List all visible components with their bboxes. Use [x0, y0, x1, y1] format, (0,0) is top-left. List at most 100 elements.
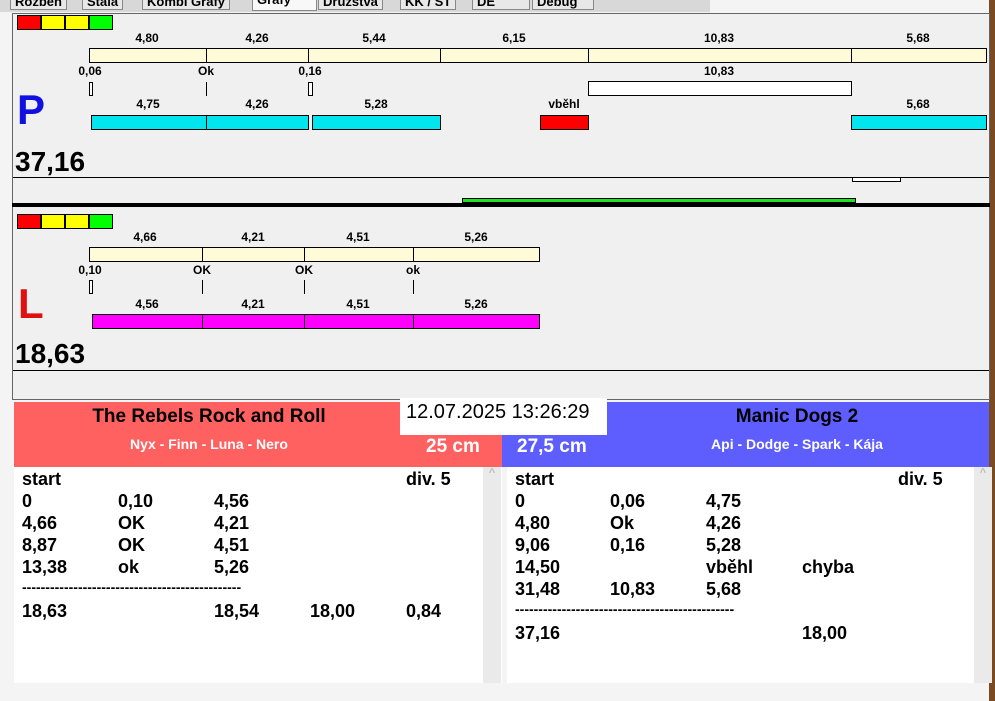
- summary-cell: 18,63: [22, 601, 68, 621]
- time-bar: [206, 48, 309, 63]
- separator-line: ----------------------------------------…: [515, 601, 735, 617]
- table-cell: 4,51: [214, 535, 250, 555]
- table-cell: 4,66: [22, 513, 58, 533]
- tab-rozbeh[interactable]: Rozběh: [10, 0, 67, 10]
- list-header: start: [22, 469, 62, 489]
- table-cell: OK: [118, 513, 145, 533]
- table-cell: 31,48: [515, 579, 561, 599]
- run-label: 4,51: [346, 297, 370, 311]
- summary-cell: 0,84: [406, 601, 442, 621]
- run-bar: [92, 314, 203, 329]
- table-cell: 0,06: [610, 491, 646, 511]
- time-label: 4,21: [241, 230, 265, 244]
- run-label: 5,26: [464, 297, 488, 311]
- divider: [13, 177, 989, 178]
- total-time: 18,63: [15, 338, 86, 369]
- run-bar: [312, 115, 441, 130]
- fault-label: OK: [193, 263, 211, 277]
- status-yellow: [41, 214, 65, 229]
- side-letter: P: [17, 86, 46, 133]
- status-yellow: [65, 15, 89, 30]
- table-cell: 0: [22, 491, 33, 511]
- time-label: 4,51: [346, 230, 370, 244]
- side-letter: L: [18, 280, 44, 327]
- fault-label: OK: [295, 263, 313, 277]
- run-bar: [413, 314, 540, 329]
- scrollbar[interactable]: ^: [483, 467, 501, 683]
- result-list-right[interactable]: start div. 5 0 0,06 4,75 4,80 Ok 4,26 9,06 0,16…: [507, 467, 992, 683]
- table-cell: OK: [118, 535, 145, 555]
- run-bar: [202, 314, 305, 329]
- table-cell: ok: [118, 557, 140, 577]
- tick: [202, 280, 203, 294]
- summary-cell: 18,54: [214, 601, 260, 621]
- time-bar: [89, 48, 207, 63]
- tick: [304, 280, 305, 294]
- status-green: [89, 214, 113, 229]
- table-cell: 4,26: [706, 513, 742, 533]
- time-bar: [89, 247, 203, 262]
- table-cell: 10,83: [610, 579, 656, 599]
- table-cell: 13,38: [22, 557, 68, 577]
- table-cell: 4,80: [515, 513, 551, 533]
- fault-label: Ok: [197, 64, 215, 78]
- summary-cell: 37,16: [515, 623, 561, 643]
- run-label: 4,75: [136, 97, 160, 111]
- fault-marker: [89, 82, 93, 96]
- table-cell: Ok: [610, 513, 635, 533]
- status-green: [89, 15, 113, 30]
- status-yellow: [65, 214, 89, 229]
- tab-kombi-grafy[interactable]: Kombi Grafy: [142, 0, 231, 10]
- time-bar: [304, 247, 414, 262]
- list-header: div. 5: [898, 469, 943, 489]
- run-label: 4,26: [245, 97, 269, 111]
- table-cell: chyba: [802, 557, 855, 577]
- fault-marker: [308, 82, 313, 96]
- time-label: 4,26: [245, 31, 269, 45]
- time-label: 6,15: [502, 31, 526, 45]
- table-cell: 0,16: [610, 535, 646, 555]
- time-label: 4,66: [133, 230, 157, 244]
- time-bar: [851, 48, 987, 63]
- run-bar: [851, 115, 987, 130]
- run-label: 5,68: [906, 97, 930, 111]
- tab-druzstva[interactable]: Družstva: [318, 0, 383, 10]
- run-bar: [91, 115, 207, 130]
- tab-kk-st[interactable]: KK / ST: [400, 0, 457, 10]
- fault-label: ok: [405, 263, 421, 277]
- team-name: The Rebels Rock and Roll: [92, 406, 326, 427]
- table-cell: 14,50: [515, 557, 561, 577]
- list-header: start: [515, 469, 555, 489]
- fault-bar: [588, 81, 852, 96]
- time-bar: [588, 48, 852, 63]
- tick: [206, 82, 207, 96]
- scrollbar[interactable]: ^: [974, 467, 992, 683]
- time-label: 5,44: [362, 31, 386, 45]
- summary-cell: 18,00: [802, 623, 848, 643]
- table-cell: 0,10: [118, 491, 154, 511]
- jump-height: 27,5 cm: [517, 436, 587, 457]
- time-bar: [202, 247, 305, 262]
- time-bar: [308, 48, 441, 63]
- status-yellow: [41, 15, 65, 30]
- table-cell: 9,06: [515, 535, 551, 555]
- time-bar: [440, 48, 589, 63]
- table-cell: 4,75: [706, 491, 742, 511]
- run-label: 4,56: [135, 297, 159, 311]
- graph-panel-left: [12, 207, 990, 400]
- tab-de[interactable]: DE: [472, 0, 530, 10]
- tick: [413, 280, 414, 294]
- fault-label: 0,06: [78, 64, 102, 78]
- datetime: 12.07.2025 13:26:29: [400, 398, 607, 435]
- run-label: vběhl: [548, 97, 580, 111]
- result-list-left[interactable]: start div. 5 0 0,10 4,56 4,66 OK 4,21 8,87 OK 4,…: [14, 467, 502, 683]
- time-label: 4,80: [135, 31, 159, 45]
- status-red: [17, 15, 41, 30]
- time-bar: [413, 247, 540, 262]
- fault-label: 0,10: [78, 263, 102, 277]
- tab-stala[interactable]: Stála: [82, 0, 124, 10]
- table-cell: 8,87: [22, 535, 58, 555]
- tab-debug[interactable]: Debug: [532, 0, 594, 10]
- tab-grafy[interactable]: Grafy: [252, 0, 317, 11]
- run-bar: [206, 115, 309, 130]
